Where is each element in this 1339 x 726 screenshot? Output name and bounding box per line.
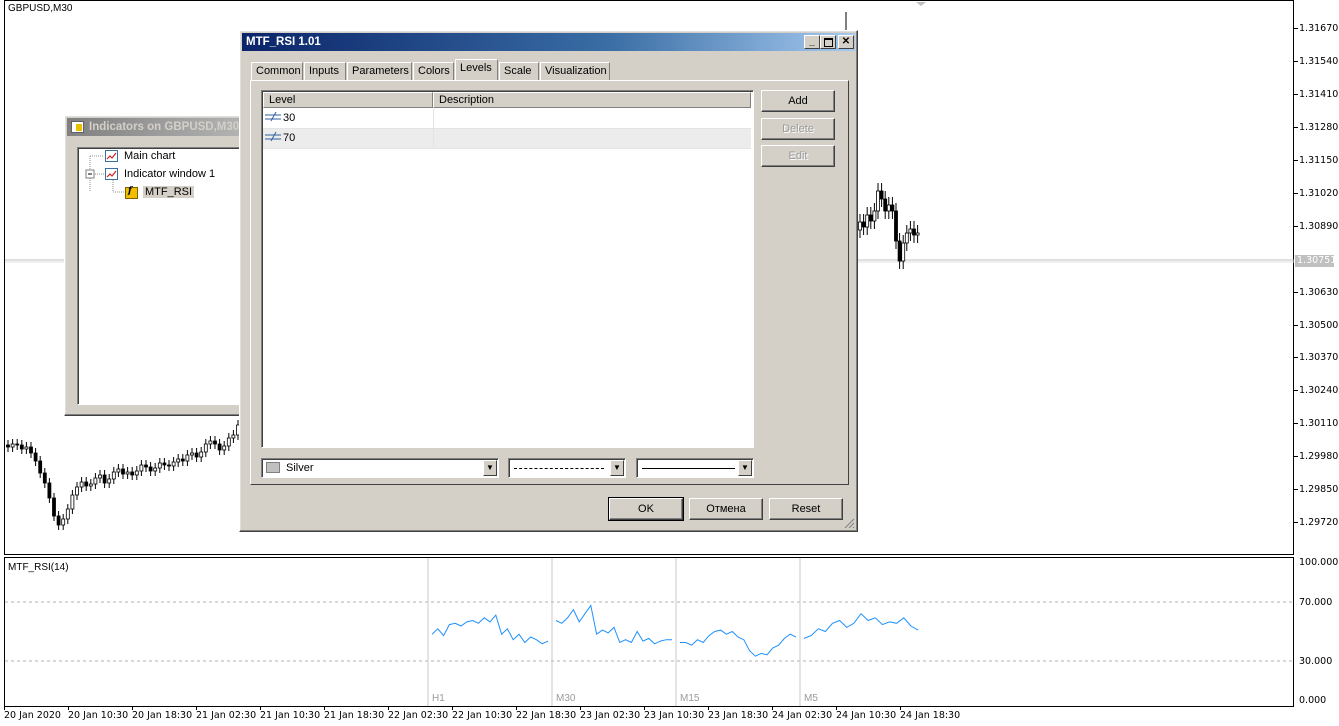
indicators-dialog-titlebar[interactable]: Indicators on GBPUSD,M30 xyxy=(67,118,247,136)
level-color-value: Silver xyxy=(286,462,314,474)
time-axis-label: 20 Jan 2020 xyxy=(4,710,61,721)
chevron-down-icon[interactable]: ▼ xyxy=(738,460,752,476)
indicator-tree[interactable]: Main chart Indicator window 1 f MTF_RSI xyxy=(77,147,257,405)
level-icon xyxy=(265,111,281,123)
close-button[interactable]: ✕ xyxy=(838,35,854,49)
maximize-button[interactable] xyxy=(820,35,836,49)
time-axis-label: 24 Jan 18:30 xyxy=(900,710,961,721)
level-value: 30 xyxy=(283,112,296,124)
color-swatch xyxy=(266,462,280,473)
time-axis-label: 22 Jan 02:30 xyxy=(388,710,449,721)
indicators-dialog-title: Indicators on GBPUSD,M30 xyxy=(89,121,240,133)
close-icon: ✕ xyxy=(841,36,851,47)
rsi-line-m30 xyxy=(555,604,672,645)
resize-grip-icon[interactable] xyxy=(844,518,855,529)
chevron-down-icon[interactable]: ▼ xyxy=(483,460,497,476)
segment-label-m15: M15 xyxy=(680,693,700,704)
rsi-line-h1 xyxy=(431,614,549,645)
reset-button[interactable]: Reset xyxy=(769,498,843,520)
time-axis-label: 23 Jan 10:30 xyxy=(644,710,705,721)
table-row[interactable]: 70 xyxy=(263,129,751,149)
tab-scale[interactable]: Scale xyxy=(499,62,539,80)
tab-visualization[interactable]: Visualization xyxy=(540,62,610,80)
rsi-line-m5 xyxy=(803,612,919,639)
indicators-dialog[interactable]: Indicators on GBPUSD,M30 Main chart Indi… xyxy=(64,115,257,416)
tab-inputs[interactable]: Inputs xyxy=(304,62,346,80)
time-axis-label: 21 Jan 18:30 xyxy=(324,710,385,721)
rsi-scale-30: 30.000 xyxy=(1299,656,1333,667)
edit-button[interactable]: Edit xyxy=(761,145,835,167)
segment-label-h1: H1 xyxy=(432,693,445,704)
tab-colors[interactable]: Colors xyxy=(413,62,454,80)
level-style-select[interactable]: ▼ xyxy=(508,458,626,478)
solid-line-style xyxy=(642,468,735,469)
table-row[interactable]: 30 xyxy=(263,109,751,129)
level-value: 70 xyxy=(283,132,296,144)
time-axis-label: 24 Jan 10:30 xyxy=(836,710,897,721)
minimize-button[interactable]: _ xyxy=(804,35,820,49)
segment-label-m30: M30 xyxy=(556,693,576,704)
time-axis-label: 23 Jan 02:30 xyxy=(580,710,641,721)
chart-icon xyxy=(105,168,118,180)
indicators-window-icon xyxy=(71,121,84,133)
time-axis-label: 20 Jan 18:30 xyxy=(132,710,193,721)
minimize-icon: _ xyxy=(809,36,815,47)
tab-common[interactable]: Common xyxy=(251,62,303,80)
segment-label-m5: M5 xyxy=(804,693,818,704)
column-header-level[interactable]: Level xyxy=(263,92,433,108)
chart-icon xyxy=(105,150,118,162)
time-axis-label: 21 Jan 10:30 xyxy=(260,710,321,721)
tab-parameters[interactable]: Parameters xyxy=(347,62,412,80)
add-button[interactable]: Add xyxy=(761,90,835,112)
column-header-description[interactable]: Description xyxy=(433,92,751,108)
time-axis-label: 24 Jan 02:30 xyxy=(772,710,833,721)
time-axis-label: 23 Jan 18:30 xyxy=(708,710,769,721)
maximize-icon xyxy=(823,38,833,47)
rsi-line-m15 xyxy=(680,629,797,657)
rsi-scale-100: 100.000 xyxy=(1299,557,1339,568)
properties-dialog-titlebar[interactable]: MTF_RSI 1.01 _ ✕ xyxy=(242,33,855,51)
rsi-scale-70: 70.000 xyxy=(1299,597,1333,608)
time-axis-label: 22 Jan 18:30 xyxy=(516,710,577,721)
rsi-scale-0: 0.000 xyxy=(1299,695,1327,706)
level-color-select[interactable]: Silver ▼ xyxy=(261,458,499,478)
level-icon xyxy=(265,131,281,143)
delete-button[interactable]: Delete xyxy=(761,118,835,140)
dashed-line-style xyxy=(514,468,604,469)
chevron-down-icon[interactable]: ▼ xyxy=(610,460,624,476)
ok-button[interactable]: OK xyxy=(608,497,684,521)
custom-indicator-icon: f xyxy=(125,186,138,199)
time-axis-label: 22 Jan 10:30 xyxy=(452,710,513,721)
level-width-select[interactable]: ▼ xyxy=(636,458,754,478)
tab-levels[interactable]: Levels xyxy=(455,59,498,80)
levels-table[interactable]: Level Description 30 70 xyxy=(261,90,754,448)
time-axis-label: 21 Jan 02:30 xyxy=(196,710,257,721)
cancel-button[interactable]: Отмена xyxy=(689,498,763,520)
properties-dialog-title: MTF_RSI 1.01 xyxy=(246,36,321,48)
time-axis-label: 20 Jan 10:30 xyxy=(68,710,129,721)
